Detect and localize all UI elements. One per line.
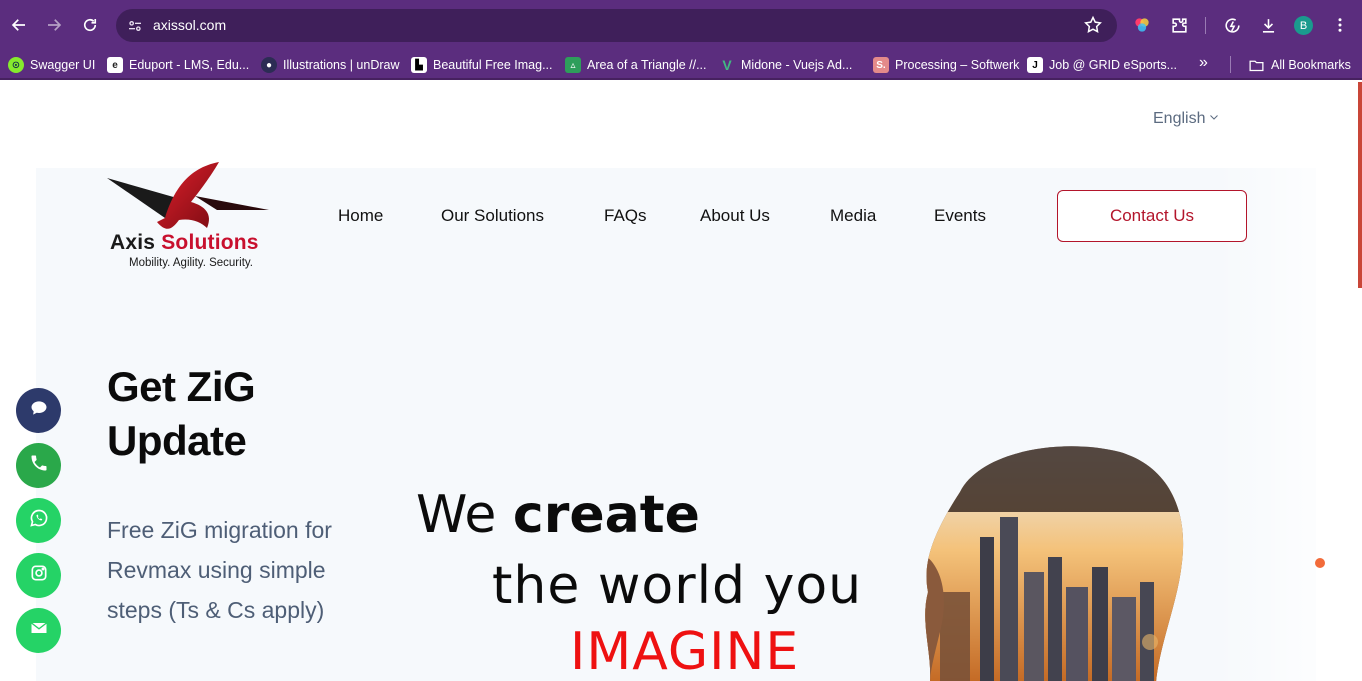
logo-word-main: Axis [110, 231, 156, 254]
all-bookmarks-label: All Bookmarks [1271, 58, 1351, 72]
extensions-puzzle-icon[interactable] [1168, 14, 1190, 36]
nav-events[interactable]: Events [934, 206, 986, 226]
whatsapp-button[interactable] [16, 498, 61, 543]
bookmark-label: Beautiful Free Imag... [433, 58, 553, 72]
address-bar[interactable]: axissol.com [116, 9, 1117, 42]
bookmark-item[interactable]: ● Illustrations | unDraw [261, 54, 400, 76]
slogan-line-3: IMAGINE [570, 622, 800, 681]
bookmark-item[interactable]: ▵ Area of a Triangle //... [565, 54, 707, 76]
nav-home[interactable]: Home [338, 206, 383, 226]
forward-icon[interactable] [41, 12, 67, 38]
slogan-we: We [416, 485, 497, 545]
bookmark-label: Midone - Vuejs Ad... [741, 58, 853, 72]
language-selector[interactable]: English [1153, 110, 1220, 128]
download-icon[interactable] [1257, 14, 1279, 36]
logo-tagline: Mobility. Agility. Security. [129, 257, 253, 269]
page-scrollbar[interactable] [1358, 82, 1362, 288]
slogan-create: create [512, 485, 700, 545]
eduport-icon: e [107, 57, 123, 73]
bookmark-item[interactable]: J Job @ GRID eSports... [1027, 54, 1177, 76]
grid-icon: J [1027, 57, 1043, 73]
performance-icon[interactable] [1221, 14, 1243, 36]
bookmark-item[interactable]: V Midone - Vuejs Ad... [719, 54, 852, 76]
triangle-icon: ▵ [565, 57, 581, 73]
bookmark-label: Processing – Softwerk [895, 58, 1020, 72]
hero-headline: Get ZiG Update [107, 360, 256, 468]
phone-icon [29, 453, 49, 478]
processing-icon: S. [873, 57, 889, 73]
bookmark-item[interactable]: S. Processing – Softwerk [873, 54, 1019, 76]
reload-icon[interactable] [77, 12, 103, 38]
menu-kebab-icon[interactable] [1329, 14, 1351, 36]
axis-logo-icon[interactable] [107, 162, 277, 272]
bookmark-label: Illustrations | unDraw [283, 58, 400, 72]
slogan-line-1: We create [416, 485, 700, 545]
unsplash-icon: ▙ [411, 57, 427, 73]
url-text[interactable]: axissol.com [153, 17, 226, 33]
toolbar-divider [1205, 17, 1206, 34]
nav-about-us[interactable]: About Us [700, 206, 770, 226]
language-label: English [1153, 110, 1206, 127]
web-page: English Axis Solutions Mobility. Agility… [0, 82, 1362, 681]
site-info-icon[interactable] [125, 16, 145, 36]
back-icon[interactable] [6, 12, 32, 38]
nav-faqs[interactable]: FAQs [604, 206, 647, 226]
whatsapp-icon [29, 508, 49, 533]
headline-line: Update [107, 417, 247, 464]
bookmark-item[interactable]: ▙ Beautiful Free Imag... [411, 54, 553, 76]
hero-portrait-image [925, 446, 1184, 681]
bookmark-item[interactable]: ⊙ Swagger UI [8, 54, 95, 76]
color-picker-extension-icon[interactable] [1131, 14, 1153, 36]
logo-wordmark: Axis Solutions [110, 231, 259, 255]
bookmark-item[interactable]: e Eduport - LMS, Edu... [107, 54, 249, 76]
instagram-icon [29, 563, 49, 588]
phone-button[interactable] [16, 443, 61, 488]
swagger-icon: ⊙ [8, 57, 24, 73]
email-button[interactable] [16, 608, 61, 653]
chevron-down-icon [1208, 110, 1220, 128]
envelope-icon [29, 618, 49, 643]
chat-bubble-icon [29, 398, 49, 423]
profile-avatar[interactable]: B [1294, 16, 1313, 35]
hero-subtext: Free ZiG migration for Revmax using simp… [107, 517, 332, 623]
bookmarks-overflow-icon[interactable]: » [1199, 54, 1208, 72]
browser-toolbar: axissol.com B [0, 0, 1362, 50]
all-bookmarks-button[interactable]: All Bookmarks [1248, 54, 1351, 76]
folder-icon [1248, 57, 1265, 74]
nav-our-solutions[interactable]: Our Solutions [441, 206, 544, 226]
bookmarks-bar: ⊙ Swagger UI e Eduport - LMS, Edu... ● I… [0, 50, 1362, 80]
chat-button[interactable] [16, 388, 61, 433]
slogan-line-2: the world you [492, 556, 863, 616]
nav-media[interactable]: Media [830, 206, 876, 226]
vue-icon: V [722, 57, 732, 73]
headline-line: Get ZiG [107, 363, 256, 410]
bookmark-label: Job @ GRID eSports... [1049, 58, 1178, 72]
contact-us-button[interactable]: Contact Us [1057, 190, 1247, 242]
scroll-indicator-dot[interactable] [1315, 558, 1325, 568]
bookmark-label: Eduport - LMS, Edu... [129, 58, 250, 72]
bookmarks-divider [1230, 56, 1231, 73]
bookmark-label: Area of a Triangle //... [587, 58, 707, 72]
logo-word-accent: Solutions [161, 231, 259, 254]
bookmark-label: Swagger UI [30, 58, 96, 72]
undraw-icon: ● [261, 57, 277, 73]
instagram-button[interactable] [16, 553, 61, 598]
bookmark-star-icon[interactable] [1083, 15, 1103, 35]
